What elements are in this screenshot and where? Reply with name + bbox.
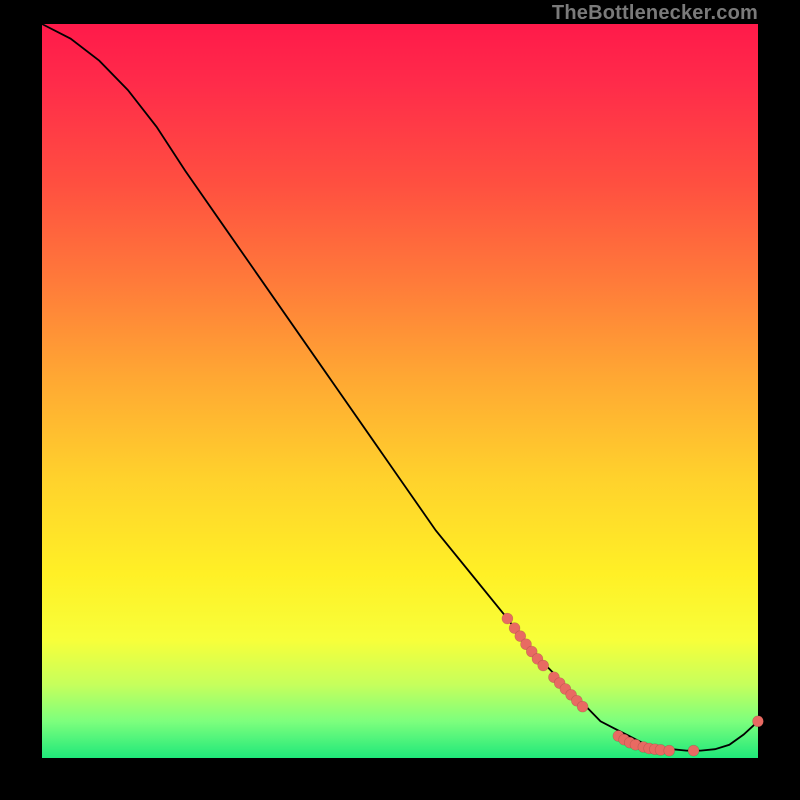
data-point-marker [538,660,549,671]
data-point-marker [753,716,764,727]
data-point-marker [577,701,588,712]
chart-frame: TheBottlenecker.com [0,0,800,800]
chart-svg [42,24,758,758]
data-point-marker [688,745,699,756]
marker-group [502,613,764,756]
data-point-marker [502,613,513,624]
plot-area [42,24,758,758]
curve-line [42,24,758,751]
data-point-marker [664,745,675,756]
watermark-text: TheBottlenecker.com [552,2,758,25]
